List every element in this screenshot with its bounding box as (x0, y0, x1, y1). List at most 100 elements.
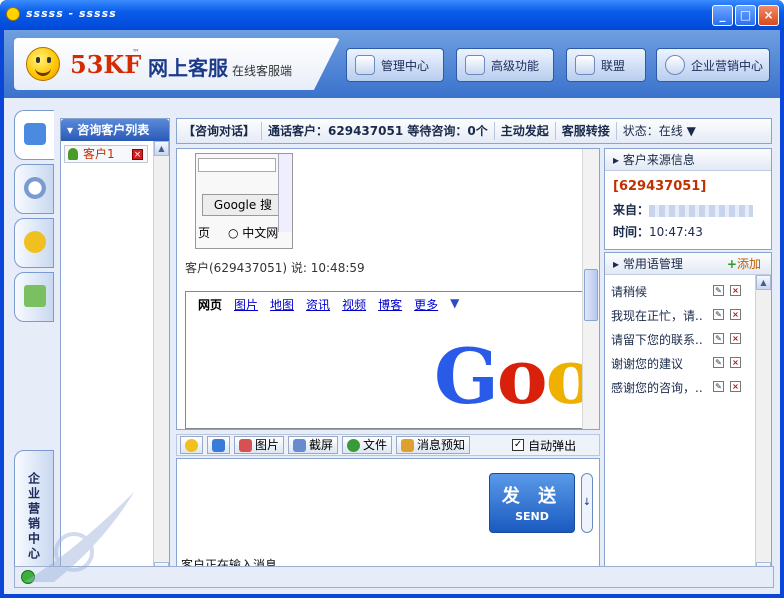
delete-icon[interactable]: × (730, 309, 741, 320)
alliance-label: 联盟 (601, 58, 626, 73)
minimize-button[interactable]: _ (712, 5, 733, 26)
screenshot-image[interactable]: 网页 图片 地图 资讯 视频 博客 更多 ▼ Goog (185, 291, 599, 429)
chevron-down-icon: ▼ (686, 124, 696, 138)
search-icon (24, 177, 46, 199)
edit-icon[interactable]: ✎ (713, 285, 724, 296)
customer-list-header[interactable]: ▾ 咨询客户列表 (61, 119, 169, 141)
message-header: 客户(629437051) 说: 10:48:59 (185, 261, 365, 275)
snippet-radio-label: 中文网 (242, 226, 279, 240)
add-phrase-button[interactable]: +添加 (727, 253, 761, 275)
google-logo: Goog (434, 332, 599, 421)
logo-letter: o (496, 332, 548, 421)
snippet-radio: ○ 中文网 (228, 226, 279, 240)
send-label-en: SEND (515, 510, 549, 523)
delete-icon[interactable]: × (730, 381, 741, 392)
transfer-button[interactable]: 客服转接 (556, 122, 617, 140)
edit-icon[interactable]: ✎ (713, 333, 724, 344)
status-label: 状态：在线 (622, 124, 683, 138)
logo-letter: G (434, 332, 499, 421)
phrases-header: ▸ 常用语管理 +添加 (605, 253, 771, 275)
phrase-item[interactable]: 请稍候 (611, 283, 707, 300)
advanced-button[interactable]: 高级功能 (456, 48, 554, 82)
phrase-item[interactable]: 谢谢您的建议 (611, 355, 707, 372)
alliance-button[interactable]: 联盟 (566, 48, 646, 82)
admin-center-button[interactable]: 管理中心 (346, 48, 444, 82)
plus-icon: + (726, 257, 737, 271)
phrases-scrollbar[interactable]: ▲ ▼ (755, 275, 771, 577)
browser-button[interactable] (207, 436, 230, 454)
tab-map[interactable] (14, 272, 54, 322)
nav-item: 视频 (342, 298, 367, 312)
edit-icon[interactable]: ✎ (713, 381, 724, 392)
alliance-icon (575, 55, 595, 75)
send-button[interactable]: 发 送 SEND (489, 473, 575, 533)
marketing-icon (665, 55, 685, 75)
emoji-button[interactable] (180, 436, 203, 454)
tab-search[interactable] (14, 164, 54, 214)
delete-icon[interactable]: × (730, 285, 741, 296)
preview-button[interactable]: 消息预知 (396, 436, 471, 454)
close-icon[interactable]: × (132, 149, 143, 160)
nav-item: 网页 (198, 298, 223, 312)
initiate-button[interactable]: 主动发起 (495, 122, 556, 140)
phrase-item[interactable]: 请留下您的联系.. (611, 331, 707, 348)
admin-center-label: 管理中心 (381, 58, 430, 73)
header: 53KF ™ 网上客服 在线客服端 管理中心 高级功能 联盟 企业营销中心 (4, 30, 780, 98)
scroll-thumb[interactable] (584, 269, 598, 321)
edit-icon[interactable]: ✎ (713, 309, 724, 320)
from-label: 来自： (613, 203, 650, 217)
advanced-label: 高级功能 (491, 58, 540, 73)
nav-item: 更多 (414, 298, 439, 312)
image-button[interactable]: 图片 (234, 436, 285, 454)
auto-popup-toggle[interactable]: ✓ 自动弹出 (512, 437, 576, 454)
tab-chat[interactable] (14, 110, 54, 160)
screenshot-label: 截屏 (309, 438, 334, 452)
message-input[interactable]: 发 送 SEND ↓ 客户正在输入消息 (176, 458, 600, 578)
auto-popup-label: 自动弹出 (528, 438, 577, 453)
title-bar[interactable]: sssss - sssss _ □ × (0, 0, 784, 30)
admin-icon (355, 55, 375, 75)
close-button[interactable]: × (758, 5, 779, 26)
preview-icon (401, 438, 415, 452)
phrases-panel: ▸ 常用语管理 +添加 请稍候 ✎ × 我现在正忙，请.. ✎ × 请留下您的联系..… (604, 252, 772, 578)
customer-list-scrollbar[interactable]: ▲ ▼ (153, 141, 169, 577)
scroll-up-icon[interactable]: ▲ (756, 275, 771, 290)
file-label: 文件 (363, 438, 388, 452)
maximize-button[interactable]: □ (735, 5, 756, 26)
delete-icon[interactable]: × (730, 357, 741, 368)
preview-label: 消息预知 (417, 438, 466, 452)
scroll-up-icon[interactable]: ▲ (154, 141, 169, 156)
send-options-icon[interactable]: ↓ (581, 473, 593, 533)
time-label: 时间： (613, 225, 650, 239)
image-icon (239, 438, 252, 452)
snippet-page-text: 页 (198, 226, 211, 240)
screenshot-snippet[interactable]: Google 搜 页 ○ 中文网 (195, 153, 293, 249)
chat-scrollbar[interactable] (582, 149, 599, 429)
nav-item: 地图 (270, 298, 295, 312)
visitor-id: [629437051] (613, 179, 707, 194)
smiley-icon (26, 47, 60, 81)
add-label: 添加 (736, 257, 761, 271)
chat-tab-label[interactable]: 【咨询对话】 (177, 122, 263, 140)
screenshot-button[interactable]: 截屏 (288, 436, 339, 454)
logo: 53KF ™ 网上客服 在线客服端 (14, 38, 340, 90)
scissors-icon (293, 438, 307, 452)
phrase-item[interactable]: 我现在正忙，请.. (611, 307, 707, 324)
source-info-header[interactable]: ▸ 客户来源信息 (605, 149, 771, 171)
chat-area: Google 搜 页 ○ 中文网 客户(629437051) 说: 10:48:… (176, 148, 600, 430)
checkbox[interactable]: ✓ (512, 439, 525, 451)
call-status: 通话客户：629437051 等待咨询：0个 (262, 122, 495, 140)
status-select[interactable]: 状态：在线 ▼ (617, 122, 702, 140)
advanced-icon (465, 55, 485, 75)
tab-marketing-center[interactable]: 企业营销中心 (14, 450, 54, 584)
chat-toolbar: 【咨询对话】 通话客户：629437051 等待咨询：0个 主动发起 客服转接 … (176, 118, 772, 144)
phrase-item[interactable]: 感谢您的咨询，.. (611, 379, 707, 396)
nav-item: 资讯 (306, 298, 331, 312)
list-item[interactable]: 客户1 × (64, 145, 148, 163)
delete-icon[interactable]: × (730, 333, 741, 344)
connection-icon (21, 570, 35, 584)
tab-messages[interactable] (14, 218, 54, 268)
edit-icon[interactable]: ✎ (713, 357, 724, 368)
file-button[interactable]: 文件 (342, 436, 393, 454)
marketing-button[interactable]: 企业营销中心 (656, 48, 770, 82)
